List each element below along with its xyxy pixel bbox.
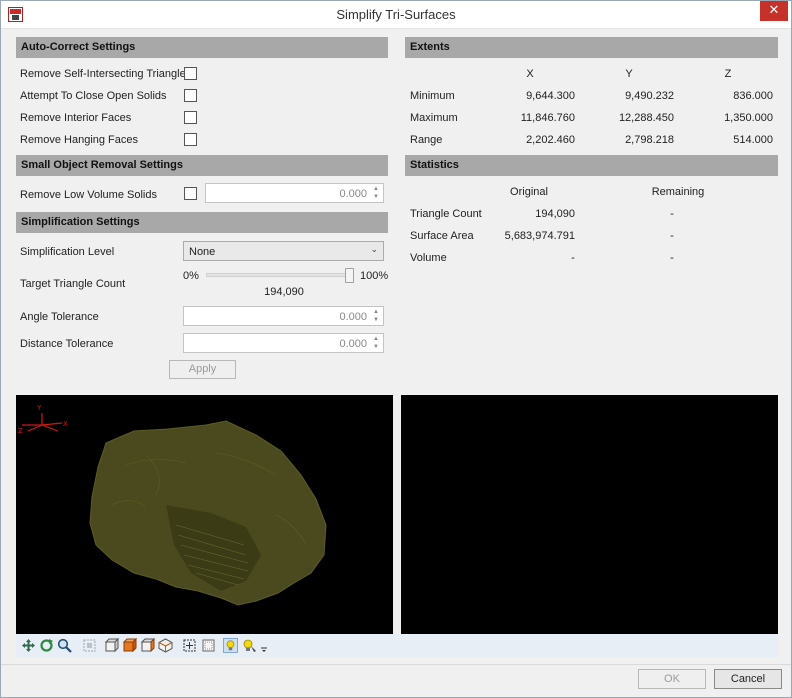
extents-max-z: 1,350.000 <box>724 112 773 124</box>
cancel-button[interactable]: Cancel <box>714 669 782 689</box>
close-open-solids-label: Attempt To Close Open Solids <box>20 90 167 102</box>
simplification-level-label: Simplification Level <box>20 246 115 258</box>
extents-col-y: Y <box>625 68 633 80</box>
spinner-icon[interactable]: ▲ ▼ <box>372 185 380 201</box>
angle-tolerance-value: 0.000 <box>339 311 367 323</box>
remove-self-intersecting-label: Remove Self-Intersecting Triangles <box>20 68 192 80</box>
target-slider-thumb[interactable] <box>345 268 354 283</box>
axis-z-label: Z <box>18 427 23 435</box>
distance-tolerance-value: 0.000 <box>339 338 367 350</box>
distance-tolerance-input[interactable]: 0.000 ▲ ▼ <box>183 333 384 353</box>
zoom-extents-icon[interactable] <box>82 638 97 653</box>
extents-min-x: 9,644.300 <box>526 90 575 102</box>
zoom-fit-icon[interactable] <box>201 638 216 653</box>
spinner-icon[interactable]: ▲ ▼ <box>372 308 380 324</box>
view-front-icon[interactable] <box>104 638 119 653</box>
extents-maximum-label: Maximum <box>410 112 458 124</box>
extents-range-x: 2,202.460 <box>526 134 575 146</box>
viewer-toolbar <box>16 634 778 657</box>
light-settings-icon[interactable] <box>242 638 257 653</box>
view-iso-icon[interactable] <box>158 638 173 653</box>
chevron-down-icon: ⌄ <box>370 244 378 254</box>
title-bar: Simplify Tri-Surfaces ✕ <box>1 1 791 29</box>
volume-original: - <box>571 252 575 264</box>
extents-col-x: X <box>526 68 534 80</box>
window-title: Simplify Tri-Surfaces <box>336 7 456 22</box>
close-button[interactable]: ✕ <box>760 1 788 21</box>
extents-range-label: Range <box>410 134 443 146</box>
extents-min-y: 9,490.232 <box>625 90 674 102</box>
surface-render: Y X Z <box>18 404 327 606</box>
angle-tolerance-label: Angle Tolerance <box>20 311 99 323</box>
triangle-count-label: Triangle Count <box>410 208 482 220</box>
surface-area-remaining: - <box>670 230 674 242</box>
statistics-col-original: Original <box>510 186 548 198</box>
extents-max-x: 11,846.760 <box>520 112 575 124</box>
extents-range-y: 2,798.218 <box>625 134 674 146</box>
target-slider-track[interactable] <box>206 273 354 277</box>
remove-hanging-faces-checkbox[interactable] <box>184 133 197 146</box>
target-triangle-label: Target Triangle Count <box>20 278 126 290</box>
footer-divider <box>1 664 791 665</box>
extents-range-z: 514.000 <box>733 134 773 146</box>
apply-button[interactable]: Apply <box>169 360 236 379</box>
simplification-header: Simplification Settings <box>16 212 388 233</box>
close-open-solids-checkbox[interactable] <box>184 89 197 102</box>
volume-label: Volume <box>410 252 447 264</box>
original-surface-viewport[interactable]: Y X Z <box>16 395 393 634</box>
autocorrect-header: Auto-Correct Settings <box>16 37 388 58</box>
extents-min-z: 836.000 <box>733 90 773 102</box>
zoom-icon[interactable] <box>57 638 72 653</box>
extents-col-z: Z <box>724 68 732 80</box>
statistics-header: Statistics <box>405 155 778 176</box>
volume-remaining: - <box>670 252 674 264</box>
angle-tolerance-input[interactable]: 0.000 ▲ ▼ <box>183 306 384 326</box>
rotate-icon[interactable] <box>39 638 54 653</box>
surface-area-original: 5,683,974.791 <box>504 230 575 242</box>
simplification-level-value: None <box>189 246 216 258</box>
light-icon[interactable] <box>223 638 238 653</box>
remove-hanging-faces-label: Remove Hanging Faces <box>20 134 139 146</box>
view-top-icon[interactable] <box>140 638 155 653</box>
extents-max-y: 12,288.450 <box>618 112 674 124</box>
slider-max-label: 100% <box>360 270 389 282</box>
target-count-value: 194,090 <box>264 286 304 298</box>
extents-minimum-label: Minimum <box>410 90 455 102</box>
remove-interior-faces-checkbox[interactable] <box>184 111 197 124</box>
slider-min-label: 0% <box>183 270 199 282</box>
simplify-dialog: Simplify Tri-Surfaces ✕ Auto-Correct Set… <box>0 0 792 698</box>
statistics-col-remaining: Remaining <box>651 186 705 198</box>
surface-area-label: Surface Area <box>410 230 474 242</box>
zoom-box-icon[interactable] <box>182 638 197 653</box>
spinner-icon[interactable]: ▲ ▼ <box>372 335 380 351</box>
view-side-icon[interactable] <box>122 638 137 653</box>
simplification-level-select[interactable]: None ⌄ <box>183 241 384 261</box>
pan-icon[interactable] <box>21 638 36 653</box>
triangle-count-remaining: - <box>670 208 674 220</box>
remove-self-intersecting-checkbox[interactable] <box>184 67 197 80</box>
ok-button[interactable]: OK <box>638 669 706 689</box>
small-object-header: Small Object Removal Settings <box>16 155 388 176</box>
distance-tolerance-label: Distance Tolerance <box>20 338 114 350</box>
remove-low-volume-checkbox[interactable] <box>184 187 197 200</box>
low-volume-value: 0.000 <box>339 188 367 200</box>
triangle-count-original: 194,090 <box>535 208 575 220</box>
simplified-surface-viewport[interactable] <box>401 395 778 634</box>
more-icon[interactable] <box>260 638 268 653</box>
extents-header: Extents <box>405 37 778 58</box>
low-volume-input[interactable]: 0.000 ▲ ▼ <box>205 183 384 203</box>
axis-triad-icon <box>22 413 63 432</box>
axis-x-label: X <box>63 420 68 428</box>
remove-interior-faces-label: Remove Interior Faces <box>20 112 132 124</box>
remove-low-volume-label: Remove Low Volume Solids <box>20 189 157 201</box>
axis-y-label: Y <box>36 404 42 412</box>
